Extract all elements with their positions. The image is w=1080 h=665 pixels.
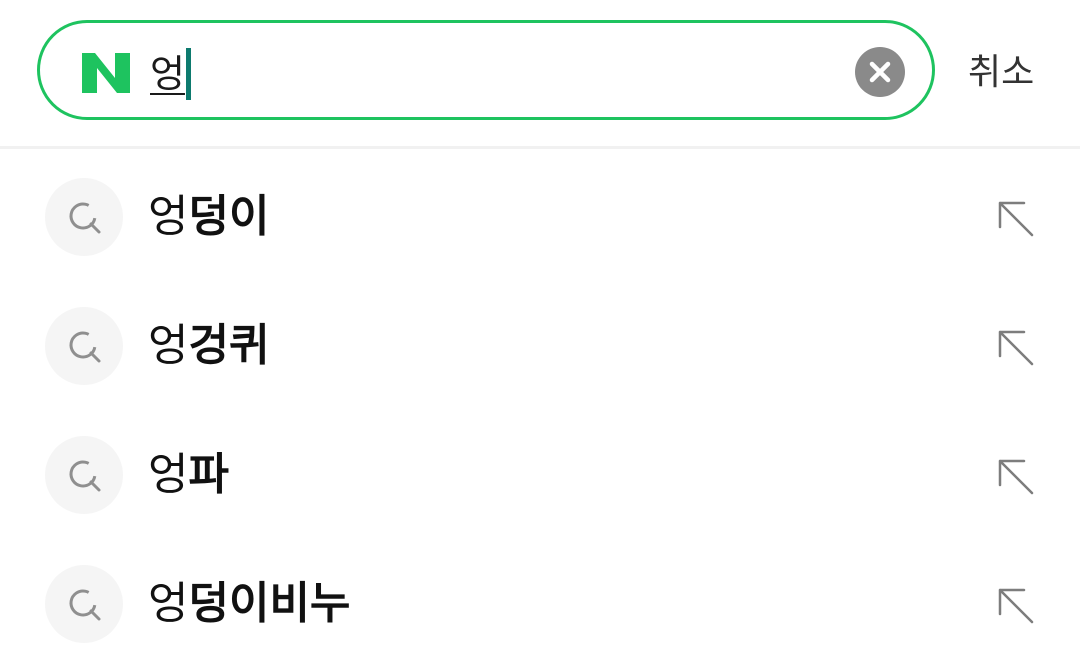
suggestion-item[interactable]: 엉파 <box>0 407 1080 536</box>
suggestion-item[interactable]: 엉덩이비누 <box>0 536 1080 665</box>
clear-x-icon <box>869 61 891 83</box>
search-icon <box>45 436 123 514</box>
arrow-up-left-icon[interactable] <box>990 322 1040 372</box>
suggestion-text: 엉덩이 <box>148 185 269 249</box>
suggestion-completion-part: 덩이 <box>188 191 270 242</box>
suggestion-completion-part: 겅퀴 <box>188 320 270 371</box>
arrow-up-left-icon[interactable] <box>990 580 1040 630</box>
arrow-up-left-icon[interactable] <box>990 193 1040 243</box>
search-input[interactable]: 엉 <box>150 45 185 103</box>
arrow-up-left-icon[interactable] <box>990 451 1040 501</box>
suggestion-item[interactable]: 엉겅퀴 <box>0 278 1080 407</box>
text-caret <box>186 48 191 100</box>
suggestion-text: 엉덩이비누 <box>148 572 350 636</box>
suggestion-item[interactable]: 엉덩이 <box>0 149 1080 278</box>
suggestion-text: 엉겅퀴 <box>148 314 269 378</box>
suggestion-text: 엉파 <box>148 443 229 507</box>
suggestion-typed-part: 엉 <box>148 191 189 242</box>
search-icon <box>45 307 123 385</box>
search-icon <box>45 178 123 256</box>
suggestion-typed-part: 엉 <box>148 320 189 371</box>
clear-button[interactable] <box>855 47 905 97</box>
search-icon <box>45 565 123 643</box>
suggestion-typed-part: 엉 <box>148 578 189 629</box>
search-header: 엉 취소 <box>0 0 1080 146</box>
search-field[interactable]: 엉 <box>37 20 935 120</box>
suggestion-typed-part: 엉 <box>148 449 189 500</box>
cancel-button[interactable]: 취소 <box>968 46 1034 100</box>
suggestion-completion-part: 파 <box>188 449 229 500</box>
suggestion-completion-part: 덩이비누 <box>188 578 351 629</box>
naver-logo-icon <box>82 53 130 93</box>
suggestion-list: 엉덩이 엉겅퀴 엉파 엉덩이비누 <box>0 149 1080 665</box>
